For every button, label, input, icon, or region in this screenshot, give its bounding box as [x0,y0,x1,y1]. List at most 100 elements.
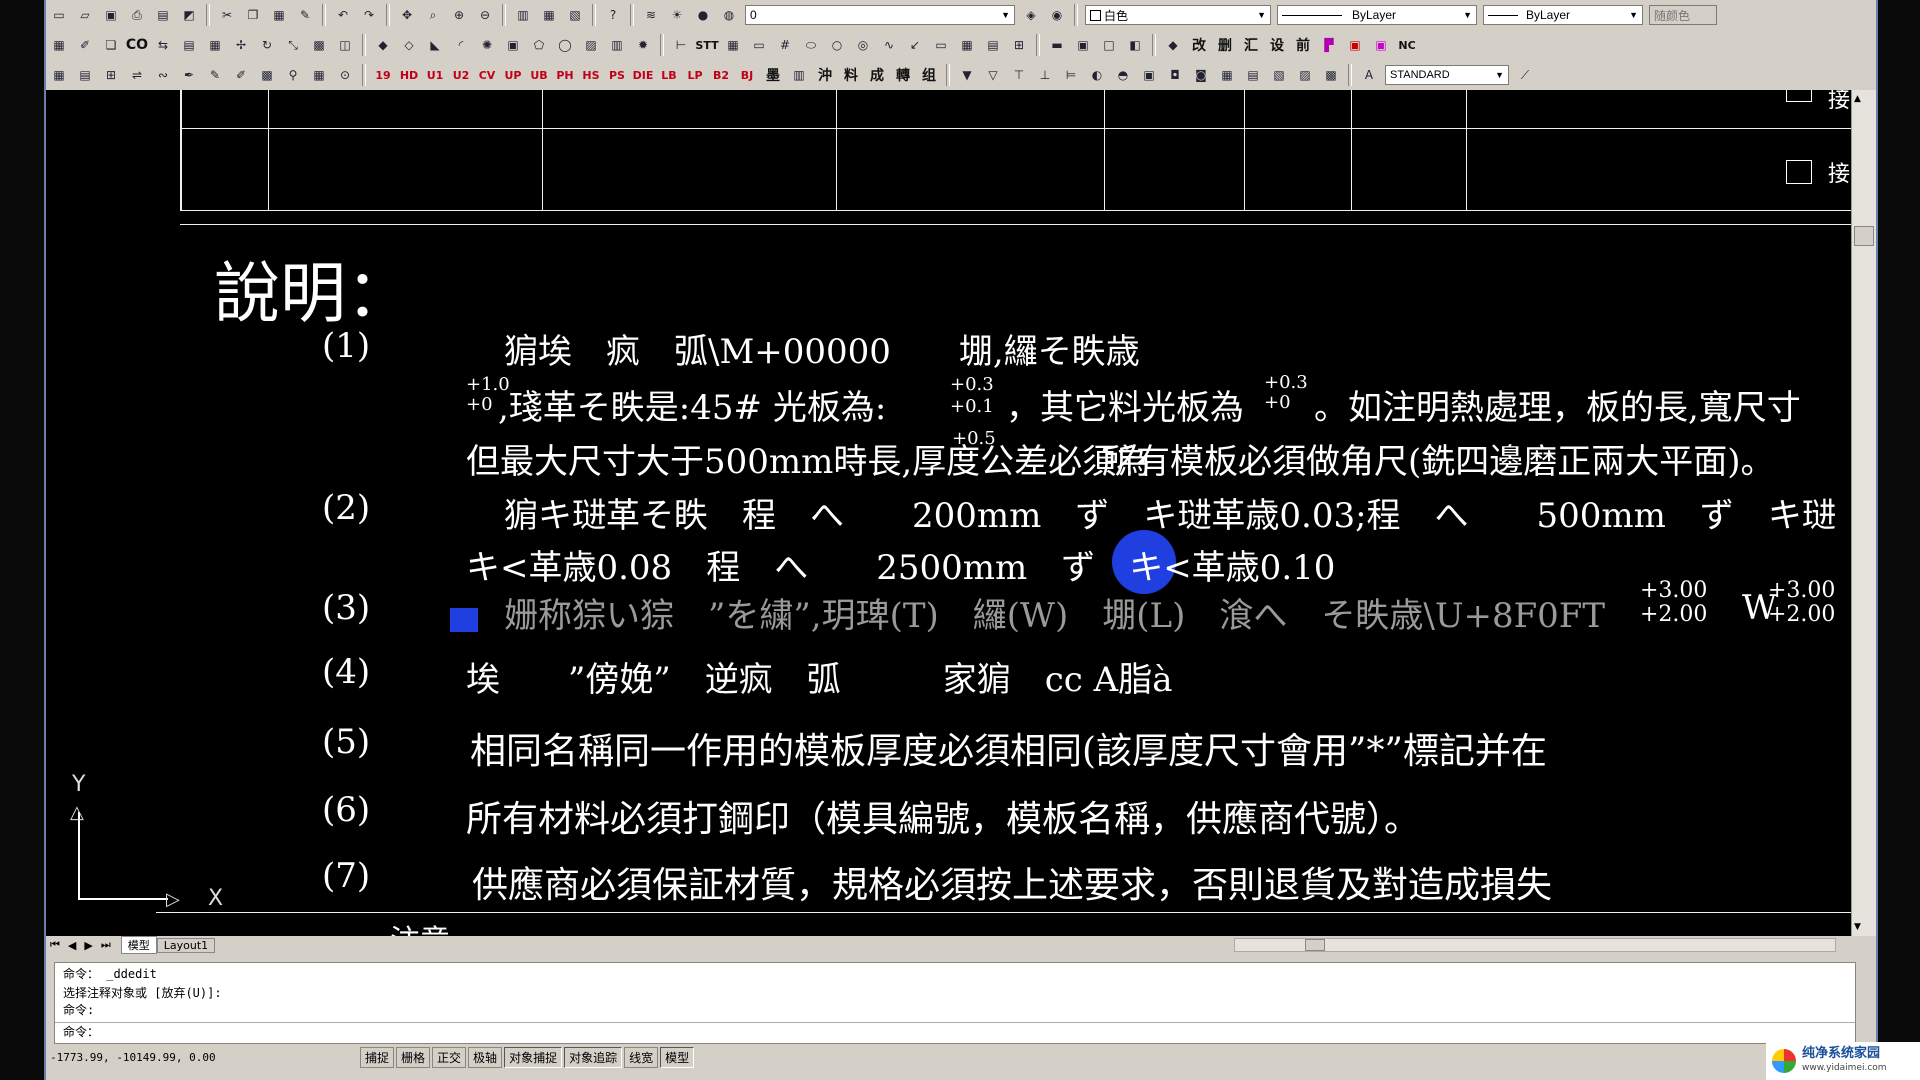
tool-u1-button[interactable]: U1 [424,64,446,86]
color-dropdown[interactable]: 白色 ▼ [1085,5,1271,25]
tool-l-icon[interactable]: ▤ [1242,64,1264,86]
prev-tab-icon[interactable]: ◀ [68,939,76,952]
toggle-snap[interactable]: 捕捉 [360,1046,395,1068]
mirror-icon[interactable]: ⇆ [152,34,174,56]
draw-tool-icon[interactable]: ▦ [48,34,70,56]
branch-icon[interactable]: ⚲ [282,64,304,86]
trim-icon[interactable]: ◫ [334,34,356,56]
tool-e-icon[interactable]: ⊨ [1060,64,1082,86]
hscroll-thumb[interactable] [1305,939,1325,951]
lock-icon[interactable]: ◍ [718,4,740,26]
publish-icon[interactable]: ◩ [178,4,200,26]
tool-u2-button[interactable]: U2 [450,64,472,86]
save-icon[interactable]: ▣ [100,4,122,26]
block-icon[interactable]: ▣ [502,34,524,56]
tool-finish-button[interactable]: 成 [866,64,888,86]
drawing-canvas[interactable]: 接 接 說明： (1) (2) (3) (4) (5) (6) (7) 猏埃 疯… [46,90,1852,936]
plot-preview-icon[interactable]: ▤ [152,4,174,26]
layer-previous-icon[interactable]: ◉ [1046,4,1068,26]
lineweight-dropdown[interactable]: ByLayer ▼ [1483,5,1643,25]
tool-b-icon[interactable]: ▽ [982,64,1004,86]
dimstyle-icon[interactable]: ▦ [308,64,330,86]
render-icon[interactable]: ▣ [1072,34,1094,56]
tool-material-button[interactable]: 料 [840,64,862,86]
spline-icon[interactable]: ∿ [878,34,900,56]
help-icon[interactable]: ? [602,4,624,26]
nc-command-button[interactable]: NC [1396,34,1418,56]
target-icon[interactable]: ⊙ [334,64,356,86]
scroll-up-icon[interactable]: ▲ [1854,94,1861,104]
properties-icon[interactable]: ▥ [512,4,534,26]
redo-icon[interactable]: ↷ [358,4,380,26]
summary-button[interactable]: 汇 [1240,34,1262,56]
tool-ps-button[interactable]: PS [606,64,628,86]
toggle-grid[interactable]: 栅格 [396,1046,431,1068]
scroll-thumb[interactable] [1854,226,1874,246]
plugin-icon[interactable]: ◆ [1162,34,1184,56]
frame-icon[interactable]: ▛ [1318,34,1340,56]
leader-icon[interactable]: ↙ [904,34,926,56]
zoom-window-icon[interactable]: ⊕ [448,4,470,26]
hatch-icon[interactable]: ▨ [580,34,602,56]
fillet-icon[interactable]: ◜ [450,34,472,56]
paste-tool-icon[interactable]: ▩ [256,64,278,86]
break-icon[interactable]: ◇ [398,34,420,56]
explode-icon[interactable]: ✺ [476,34,498,56]
plotstyle-dropdown[interactable]: 随颜色 [1649,5,1717,25]
tool-hd-button[interactable]: HD [398,64,420,86]
tool-lp-button[interactable]: LP [684,64,706,86]
tool-d-icon[interactable]: ⊥ [1034,64,1056,86]
stretch-icon[interactable]: ▩ [308,34,330,56]
layer-dropdown[interactable]: 0 ▼ [745,5,1015,25]
toggle-otrack[interactable]: 对象追踪 [564,1046,623,1068]
tool-h-icon[interactable]: ▣ [1138,64,1160,86]
paste-icon[interactable]: ▦ [268,4,290,26]
chamfer-icon[interactable]: ◣ [424,34,446,56]
polygon-icon[interactable]: ⬠ [528,34,550,56]
pink-box-icon[interactable]: ▣ [1370,34,1392,56]
solid-icon[interactable]: □ [1098,34,1120,56]
donut-icon[interactable]: ◎ [852,34,874,56]
tool-19-button[interactable]: 19 [372,64,394,86]
pin-icon[interactable]: ✐ [230,64,252,86]
sheet-icon[interactable]: ▦ [956,34,978,56]
modify-text-button[interactable]: 改 [1188,34,1210,56]
undo-icon[interactable]: ↶ [332,4,354,26]
red-box-icon[interactable]: ▣ [1344,34,1366,56]
gradient-icon[interactable]: ✹ [632,34,654,56]
tool-a-icon[interactable]: ▼ [956,64,978,86]
tolerance-icon[interactable]: ▭ [930,34,952,56]
settings-text-button[interactable]: 设 [1266,34,1288,56]
circle-tool-icon[interactable]: ◯ [554,34,576,56]
toggle-polar[interactable]: 极轴 [468,1046,503,1068]
dimstyle-edit-icon[interactable]: ⟋ [1514,64,1536,86]
delete-text-button[interactable]: 删 [1214,34,1236,56]
print-icon[interactable]: ⎙ [126,4,148,26]
co-command-button[interactable]: CO [126,34,148,56]
ucs-icon[interactable]: ⊞ [1008,34,1030,56]
zoom-realtime-icon[interactable]: ⌕ [422,4,444,26]
tool-cv-button[interactable]: CV [476,64,498,86]
tool-die-button[interactable]: DIE [632,64,654,86]
chain-icon[interactable]: ∾ [152,64,174,86]
command-prompt[interactable]: 命令： [55,1022,1855,1040]
tool-palettes-icon[interactable]: ▧ [564,4,586,26]
toggle-ortho[interactable]: 正交 [432,1046,467,1068]
view-icon[interactable]: ▬ [1046,34,1068,56]
scale-icon[interactable]: ⤡ [282,34,304,56]
brush-icon[interactable]: ✎ [204,64,226,86]
next-tab-icon[interactable]: ▶ [84,939,92,952]
front-button[interactable]: 前 [1292,34,1314,56]
rotate-icon[interactable]: ↻ [256,34,278,56]
ellipse-icon[interactable]: ⬭ [800,34,822,56]
move-icon[interactable]: ✢ [230,34,252,56]
tab-model[interactable]: 模型 [120,936,157,954]
first-tab-icon[interactable]: ⏮ [50,938,60,952]
tool-convert-button[interactable]: 轉 [892,64,914,86]
attribute-icon[interactable]: ▤ [982,34,1004,56]
tool-g-icon[interactable]: ◓ [1112,64,1134,86]
field-icon[interactable]: ▭ [748,34,770,56]
tool-i-icon[interactable]: ◘ [1164,64,1186,86]
dimension-icon[interactable]: ⊢ [670,34,692,56]
pan-icon[interactable]: ✥ [396,4,418,26]
